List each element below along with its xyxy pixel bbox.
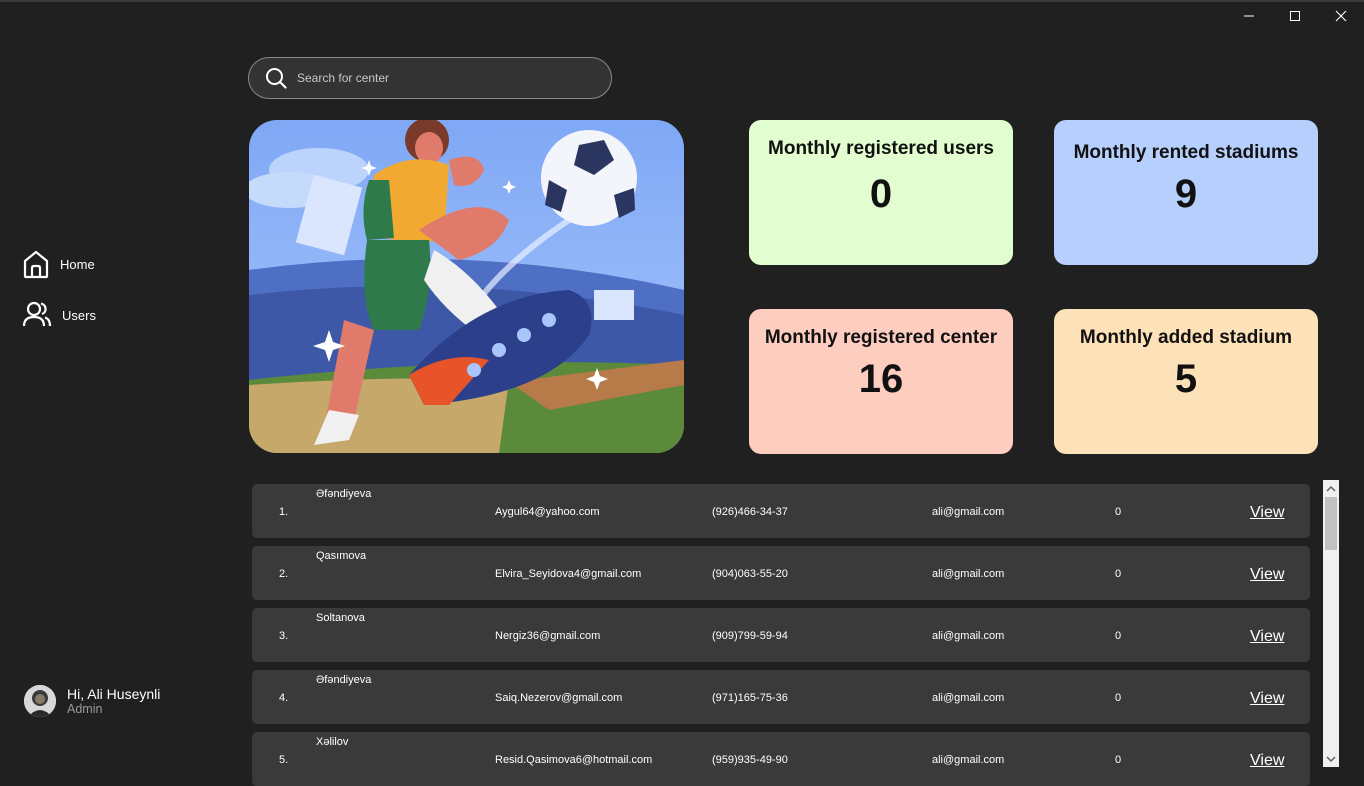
window-top-edge (0, 0, 1364, 2)
row-count: 0 (1115, 630, 1122, 642)
table-row: 1. Əfəndiyeva Aygul64@yahoo.com (926)466… (252, 484, 1310, 538)
sidebar-item-users[interactable]: Users (22, 300, 96, 330)
stat-title: Monthly added stadium (1079, 327, 1293, 348)
sidebar-item-home[interactable]: Home (22, 249, 95, 279)
row-email: Resid.Qasimova6@hotmail.com (495, 754, 653, 766)
stat-title: Monthly registered users (768, 138, 994, 159)
minimize-button[interactable] (1226, 0, 1272, 32)
stat-card-added-stadium: Monthly added stadium 5 (1054, 309, 1318, 454)
sidebar-item-label: Home (60, 256, 95, 272)
row-number: 3. (279, 630, 289, 642)
window-controls (1226, 0, 1364, 32)
close-button[interactable] (1318, 0, 1364, 32)
stat-card-registered-users: Monthly registered users 0 (749, 120, 1013, 265)
search-bar[interactable] (248, 57, 612, 99)
row-phone: (909)799-59-94 (712, 630, 788, 642)
row-contact-email: ali@gmail.com (932, 568, 1005, 580)
row-count: 0 (1115, 692, 1122, 704)
view-link[interactable]: View (1250, 566, 1284, 584)
view-link[interactable]: View (1250, 628, 1284, 646)
user-greeting: Hi, Ali Huseynli (67, 685, 161, 702)
row-name: Qasımova (316, 550, 367, 562)
row-email: Nergiz36@gmail.com (495, 630, 601, 642)
row-number: 4. (279, 692, 289, 704)
stat-title: Monthly registered center (764, 327, 998, 348)
stat-value: 9 (1174, 172, 1198, 216)
row-phone: (904)063-55-20 (712, 568, 788, 580)
chevron-down-icon (1326, 756, 1336, 763)
chevron-up-icon (1326, 485, 1336, 492)
stat-value: 5 (1174, 357, 1198, 401)
minimize-icon (1244, 15, 1254, 17)
row-count: 0 (1115, 568, 1122, 580)
scroll-down-button[interactable] (1323, 751, 1339, 767)
users-icon (22, 301, 52, 327)
row-name: Əfəndiyeva (316, 488, 372, 500)
search-input[interactable] (295, 70, 599, 86)
table-row: 4. Əfəndiyeva Saiq.Nezerov@gmail.com (97… (252, 670, 1310, 724)
row-contact-email: ali@gmail.com (932, 506, 1005, 518)
row-email: Saiq.Nezerov@gmail.com (495, 692, 623, 704)
stat-value: 16 (858, 357, 904, 401)
row-count: 0 (1115, 754, 1122, 766)
row-name: Əfəndiyeva (316, 674, 372, 686)
close-icon (1335, 10, 1347, 22)
maximize-icon (1290, 11, 1300, 21)
row-contact-email: ali@gmail.com (932, 630, 1005, 642)
sidebar-item-label: Users (62, 307, 96, 323)
row-phone: (926)466-34-37 (712, 506, 788, 518)
row-name: Xəlilov (316, 736, 349, 748)
row-email: Elvira_Seyidova4@gmail.com (495, 568, 642, 580)
view-link[interactable]: View (1250, 690, 1284, 708)
row-contact-email: ali@gmail.com (932, 754, 1005, 766)
hero-illustration (249, 120, 684, 453)
table-row: 3. Soltanova Nergiz36@gmail.com (909)799… (252, 608, 1310, 662)
home-icon (23, 250, 49, 279)
table-row: 5. Xəlilov Resid.Qasimova6@hotmail.com (… (252, 732, 1310, 786)
stat-card-rented-stadiums: Monthly rented stadiums 9 (1054, 120, 1318, 265)
scroll-up-button[interactable] (1323, 481, 1339, 497)
table-row: 2. Qasımova Elvira_Seyidova4@gmail.com (… (252, 546, 1310, 600)
stat-value: 0 (869, 172, 893, 216)
row-phone: (971)165-75-36 (712, 692, 788, 704)
user-role: Admin (67, 701, 103, 716)
row-count: 0 (1115, 506, 1122, 518)
row-number: 2. (279, 568, 289, 580)
user-profile[interactable]: Hi, Ali Huseynli Admin (24, 685, 160, 717)
row-number: 1. (279, 506, 289, 518)
stat-title: Monthly rented stadiums (1073, 142, 1299, 163)
avatar (24, 685, 56, 717)
row-name: Soltanova (316, 612, 365, 624)
row-email: Aygul64@yahoo.com (495, 506, 600, 518)
search-icon (266, 68, 287, 89)
row-number: 5. (279, 754, 289, 766)
stat-card-registered-center: Monthly registered center 16 (749, 309, 1013, 454)
row-phone: (959)935-49-90 (712, 754, 788, 766)
view-link[interactable]: View (1250, 504, 1284, 522)
row-contact-email: ali@gmail.com (932, 692, 1005, 704)
maximize-button[interactable] (1272, 0, 1318, 32)
scrollbar-thumb[interactable] (1325, 497, 1337, 550)
view-link[interactable]: View (1250, 752, 1284, 770)
